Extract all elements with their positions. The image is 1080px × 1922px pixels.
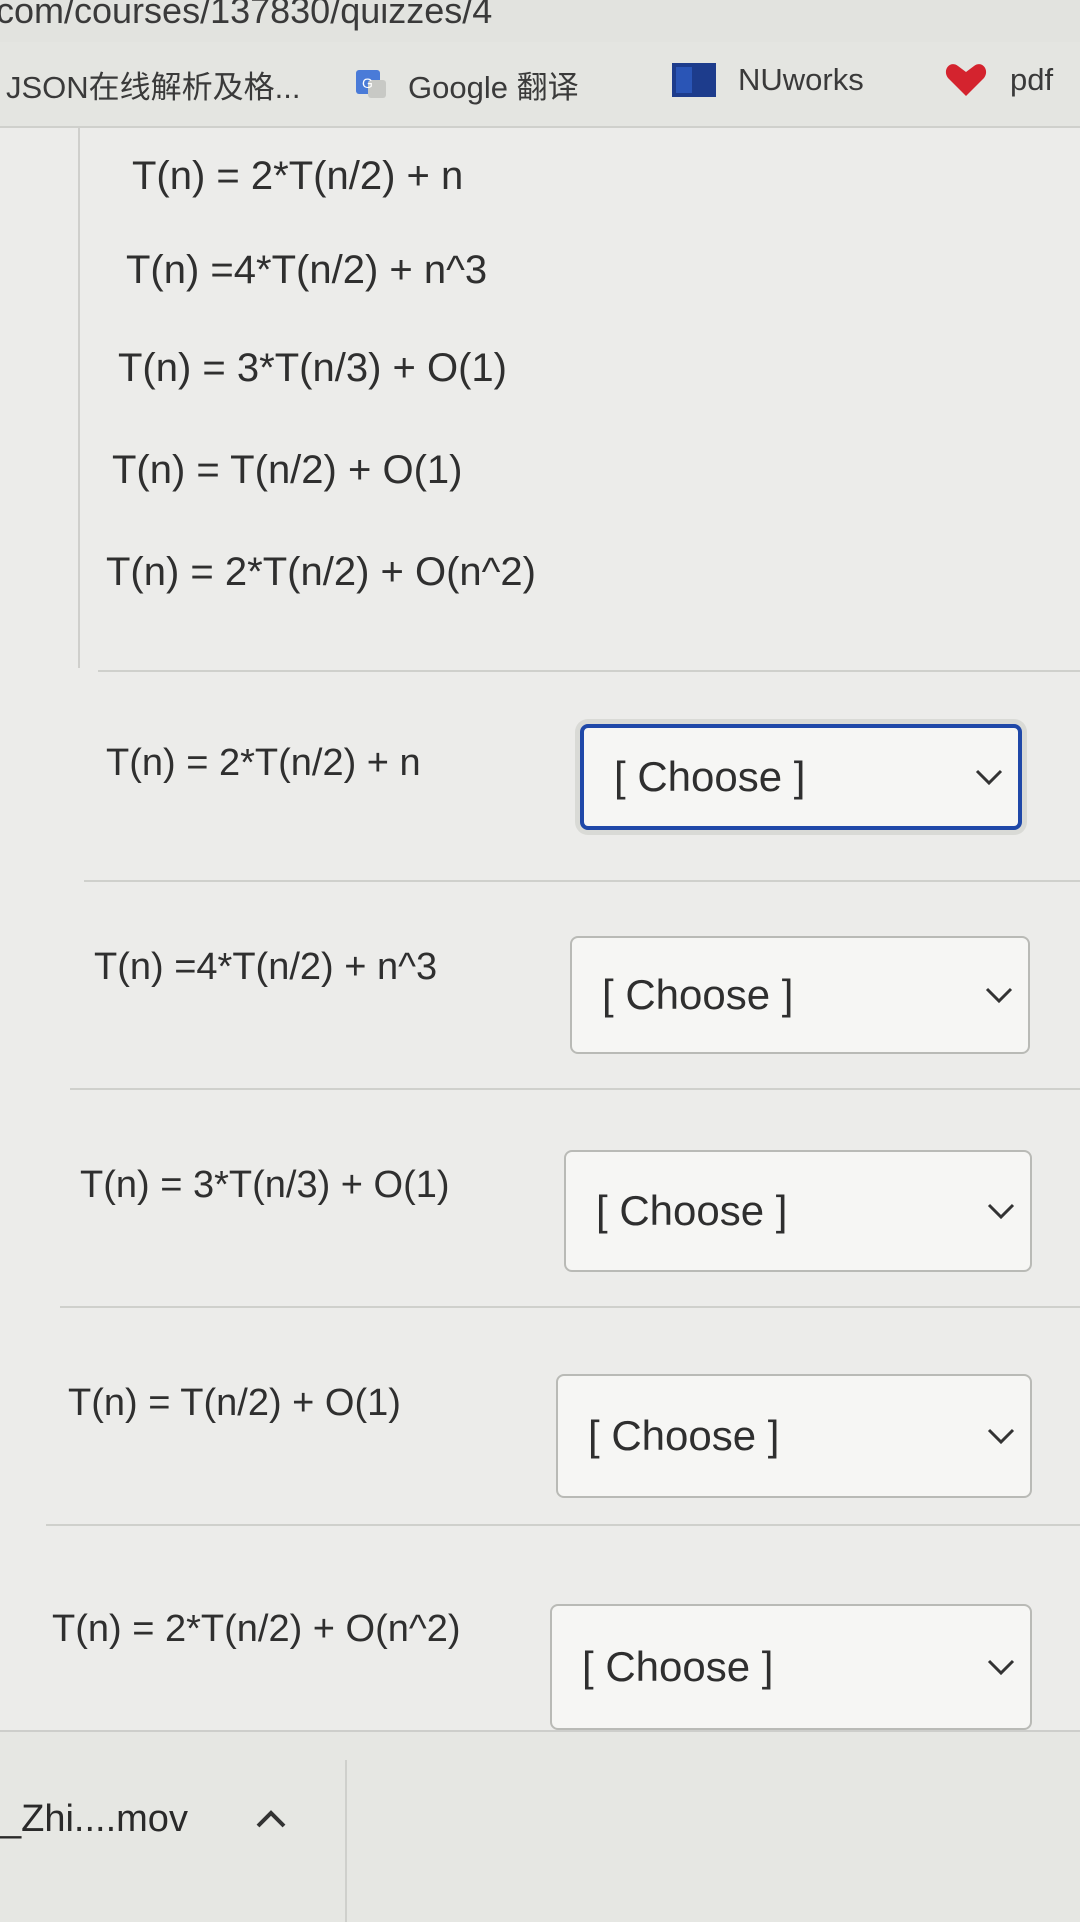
answer-option: T(n) = T(n/2) + O(1) xyxy=(112,448,463,492)
google-translate-icon: G xyxy=(356,69,386,100)
chevron-down-icon xyxy=(987,1659,1015,1676)
chevron-down-icon xyxy=(975,769,1003,786)
answer-option: T(n) = 2*T(n/2) + O(n^2) xyxy=(106,550,536,594)
match-row-label: T(n) = 2*T(n/2) + O(n^2) xyxy=(52,1608,461,1650)
download-file-name[interactable]: _Zhi....mov xyxy=(0,1798,188,1841)
select-value: [ Choose ] xyxy=(614,753,806,800)
chevron-down-icon xyxy=(985,987,1013,1004)
answer-option: T(n) =4*T(n/2) + n^3 xyxy=(126,248,488,292)
match-select-2[interactable]: [ Choose ] xyxy=(570,936,1030,1054)
chevron-down-icon xyxy=(987,1428,1015,1445)
select-value: [ Choose ] xyxy=(582,1643,774,1690)
address-bar[interactable]: com/courses/137830/quizzes/4 xyxy=(0,0,1080,42)
heart-icon xyxy=(944,62,988,98)
match-select-4[interactable]: [ Choose ] xyxy=(556,1374,1032,1498)
divider xyxy=(46,1524,1080,1526)
bookmark-label: NUworks xyxy=(738,62,864,97)
left-divider xyxy=(78,128,80,668)
bookmark-label: Google 翻译 xyxy=(408,70,579,105)
divider xyxy=(98,670,1080,672)
answer-option: T(n) = 3*T(n/3) + O(1) xyxy=(118,346,507,390)
bookmark-label: JSON在线解析及格... xyxy=(6,70,301,105)
nuworks-icon xyxy=(672,63,716,97)
quiz-question: T(n) = 2*T(n/2) + n T(n) =4*T(n/2) + n^3… xyxy=(0,128,1080,1730)
bookmark-nuworks[interactable]: NUworks xyxy=(672,62,864,98)
match-select-5[interactable]: [ Choose ] xyxy=(550,1604,1032,1730)
select-value: [ Choose ] xyxy=(596,1187,788,1234)
answer-option: T(n) = 2*T(n/2) + n xyxy=(132,154,464,198)
select-value: [ Choose ] xyxy=(588,1412,780,1459)
divider xyxy=(70,1088,1080,1090)
bookmark-pdf[interactable]: pdf xyxy=(944,62,1053,98)
match-select-3[interactable]: [ Choose ] xyxy=(564,1150,1032,1272)
svg-text:G: G xyxy=(362,75,373,91)
url-text[interactable]: com/courses/137830/quizzes/4 xyxy=(0,0,492,32)
match-row-label: T(n) =4*T(n/2) + n^3 xyxy=(94,946,438,988)
bookmark-google-translate[interactable]: G Google 翻译 xyxy=(356,62,579,107)
select-value: [ Choose ] xyxy=(602,971,794,1018)
download-separator xyxy=(345,1760,347,1922)
download-bar: _Zhi....mov xyxy=(0,1730,1080,1922)
match-row-label: T(n) = 3*T(n/3) + O(1) xyxy=(80,1164,450,1206)
match-select-1[interactable]: [ Choose ] xyxy=(580,724,1022,830)
bookmark-json[interactable]: JSON在线解析及格... xyxy=(6,62,301,107)
chevron-up-icon[interactable] xyxy=(254,1808,288,1830)
bookmarks-bar: JSON在线解析及格... G Google 翻译 NUworks pdf xyxy=(0,42,1080,128)
match-row-label: T(n) = 2*T(n/2) + n xyxy=(106,742,421,784)
chevron-down-icon xyxy=(987,1203,1015,1220)
divider xyxy=(84,880,1080,882)
divider xyxy=(60,1306,1080,1308)
match-row-label: T(n) = T(n/2) + O(1) xyxy=(68,1382,401,1424)
bookmark-label: pdf xyxy=(1010,62,1054,97)
